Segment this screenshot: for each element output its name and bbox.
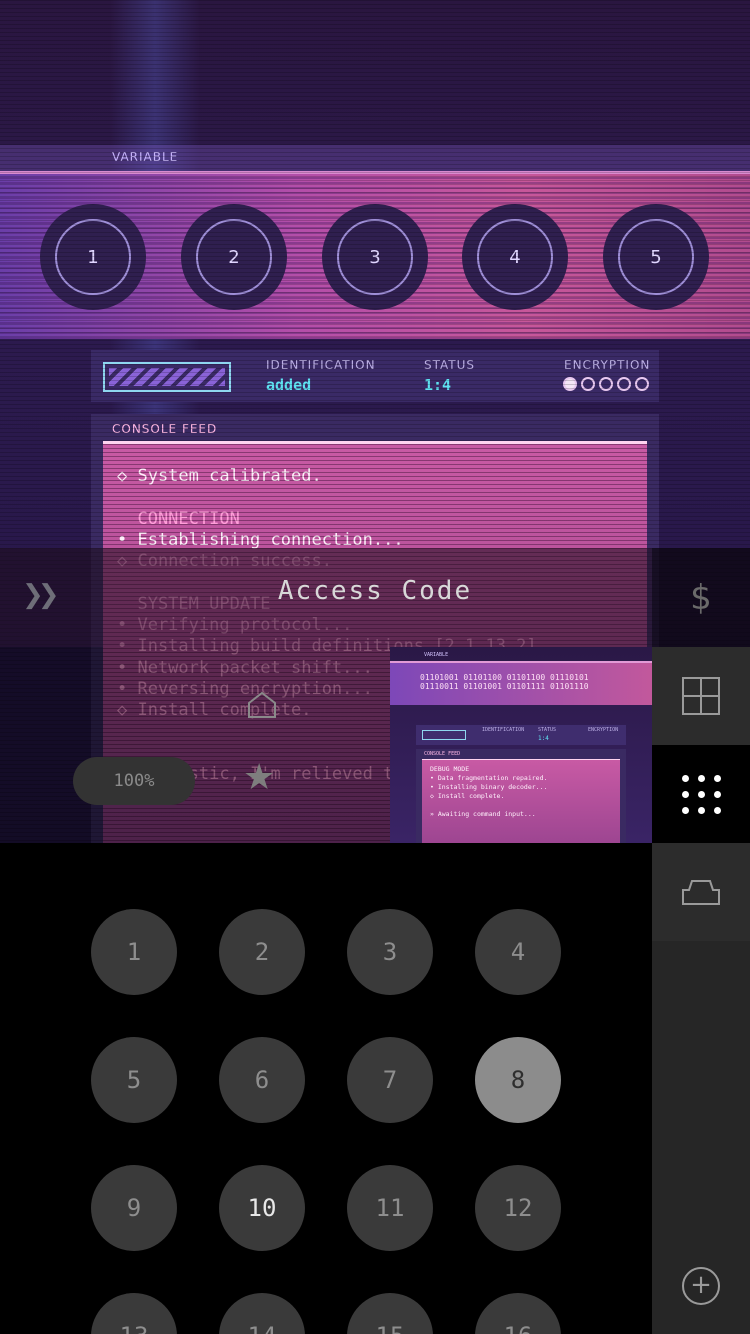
- plus-icon[interactable]: +: [682, 1267, 720, 1305]
- encryption-dot: [635, 377, 649, 391]
- zoom-level[interactable]: 100%: [73, 757, 195, 805]
- status-value: 1:4: [424, 376, 452, 394]
- encryption-indicator: [563, 377, 649, 391]
- thumb-status-panel: IDENTIFICATION STATUS 1:4 ENCRYPTION: [416, 725, 626, 745]
- variable-dial-1: 1: [40, 204, 146, 310]
- encryption-dot: [599, 377, 613, 391]
- console-title: CONSOLE FEED: [112, 422, 218, 436]
- identification-value: added: [266, 376, 312, 394]
- variable-label: VARIABLE: [112, 150, 179, 164]
- thumb-console-line: » Awaiting command input...: [430, 810, 536, 818]
- status-panel: IDENTIFICATION added STATUS 1:4 ENCRYPTI…: [91, 350, 659, 402]
- encryption-dot: [581, 377, 595, 391]
- dial-label: 5: [618, 219, 694, 295]
- thumb-console-line: ◇ Install complete.: [430, 792, 505, 800]
- overlay-controls: [0, 647, 390, 843]
- encryption-label: ENCRYPTION: [564, 358, 651, 372]
- dial-label: 3: [337, 219, 413, 295]
- thumb-variable-label: VARIABLE: [424, 652, 449, 658]
- status-label: STATUS: [424, 358, 476, 372]
- encryption-dot: [563, 377, 577, 391]
- thumb-console-line: • Installing binary decoder...: [430, 783, 548, 791]
- thumb-encryption-label: ENCRYPTION: [588, 727, 619, 733]
- page-title: Access Code: [277, 576, 473, 606]
- keypad-key-11[interactable]: 11: [347, 1165, 433, 1251]
- thumb-binary-line: 01110011 01101001 01101111 01101110: [420, 682, 589, 691]
- variable-dial-4: 4: [462, 204, 568, 310]
- console-line: CONNECTION: [117, 508, 240, 529]
- keypad-key-13[interactable]: 13: [91, 1293, 177, 1334]
- keypad-key-7[interactable]: 7: [347, 1037, 433, 1123]
- thumb-console-line: • Data fragmentation repaired.: [430, 774, 548, 782]
- keypad-key-14[interactable]: 14: [219, 1293, 305, 1334]
- grid-icon: [682, 677, 720, 715]
- thumb-console: CONSOLE FEED DEBUG MODE • Data fragmentat…: [416, 749, 626, 843]
- level-preview-thumbnail[interactable]: VARIABLE 01101001 01101100 01101100 0111…: [390, 647, 652, 843]
- keypad-key-9[interactable]: 9: [91, 1165, 177, 1251]
- thumb-identification-label: IDENTIFICATION: [482, 727, 525, 733]
- keypad-key-10[interactable]: 10: [219, 1165, 305, 1251]
- thumb-status-value: 1:4: [538, 735, 549, 742]
- star-icon[interactable]: ★: [243, 760, 275, 796]
- thumb-console-title: CONSOLE FEED: [424, 751, 461, 757]
- dial-label: 1: [55, 219, 131, 295]
- variable-dial-3: 3: [322, 204, 428, 310]
- keypad-key-3[interactable]: 3: [347, 909, 433, 995]
- thumb-binary-line: 01101001 01101100 01101100 01110101: [420, 673, 589, 682]
- dial-label: 4: [477, 219, 553, 295]
- thumb-status-label: STATUS: [538, 727, 557, 733]
- keypad-key-16[interactable]: 16: [475, 1293, 561, 1334]
- dial-label: 2: [196, 219, 272, 295]
- console-line: • Establishing connection...: [117, 529, 404, 550]
- keypad-view-button[interactable]: [652, 745, 750, 843]
- keypad-key-5[interactable]: 5: [91, 1037, 177, 1123]
- variable-dial-5: 5: [603, 204, 709, 310]
- encryption-dot: [617, 377, 631, 391]
- tray-icon: [682, 880, 720, 905]
- keypad-key-12[interactable]: 12: [475, 1165, 561, 1251]
- keypad-key-2[interactable]: 2: [219, 909, 305, 995]
- keypad-key-1[interactable]: 1: [91, 909, 177, 995]
- currency-button[interactable]: $: [652, 548, 750, 647]
- tray-button[interactable]: [652, 843, 750, 941]
- keypad-key-15[interactable]: 15: [347, 1293, 433, 1334]
- variable-dial-2: 2: [181, 204, 287, 310]
- console-line: ◇ System calibrated.: [117, 466, 322, 486]
- keypad-key-6[interactable]: 6: [219, 1037, 305, 1123]
- thumb-console-line: DEBUG MODE: [430, 765, 470, 773]
- signal-meter: [103, 362, 231, 392]
- dots-icon: [681, 774, 721, 814]
- identification-label: IDENTIFICATION: [266, 358, 376, 372]
- home-icon[interactable]: [246, 690, 278, 720]
- access-code-keypad: 12345678910111213141516: [0, 843, 652, 1334]
- keypad-key-8[interactable]: 8: [475, 1037, 561, 1123]
- grid-view-button[interactable]: [652, 647, 750, 745]
- keypad-key-4[interactable]: 4: [475, 909, 561, 995]
